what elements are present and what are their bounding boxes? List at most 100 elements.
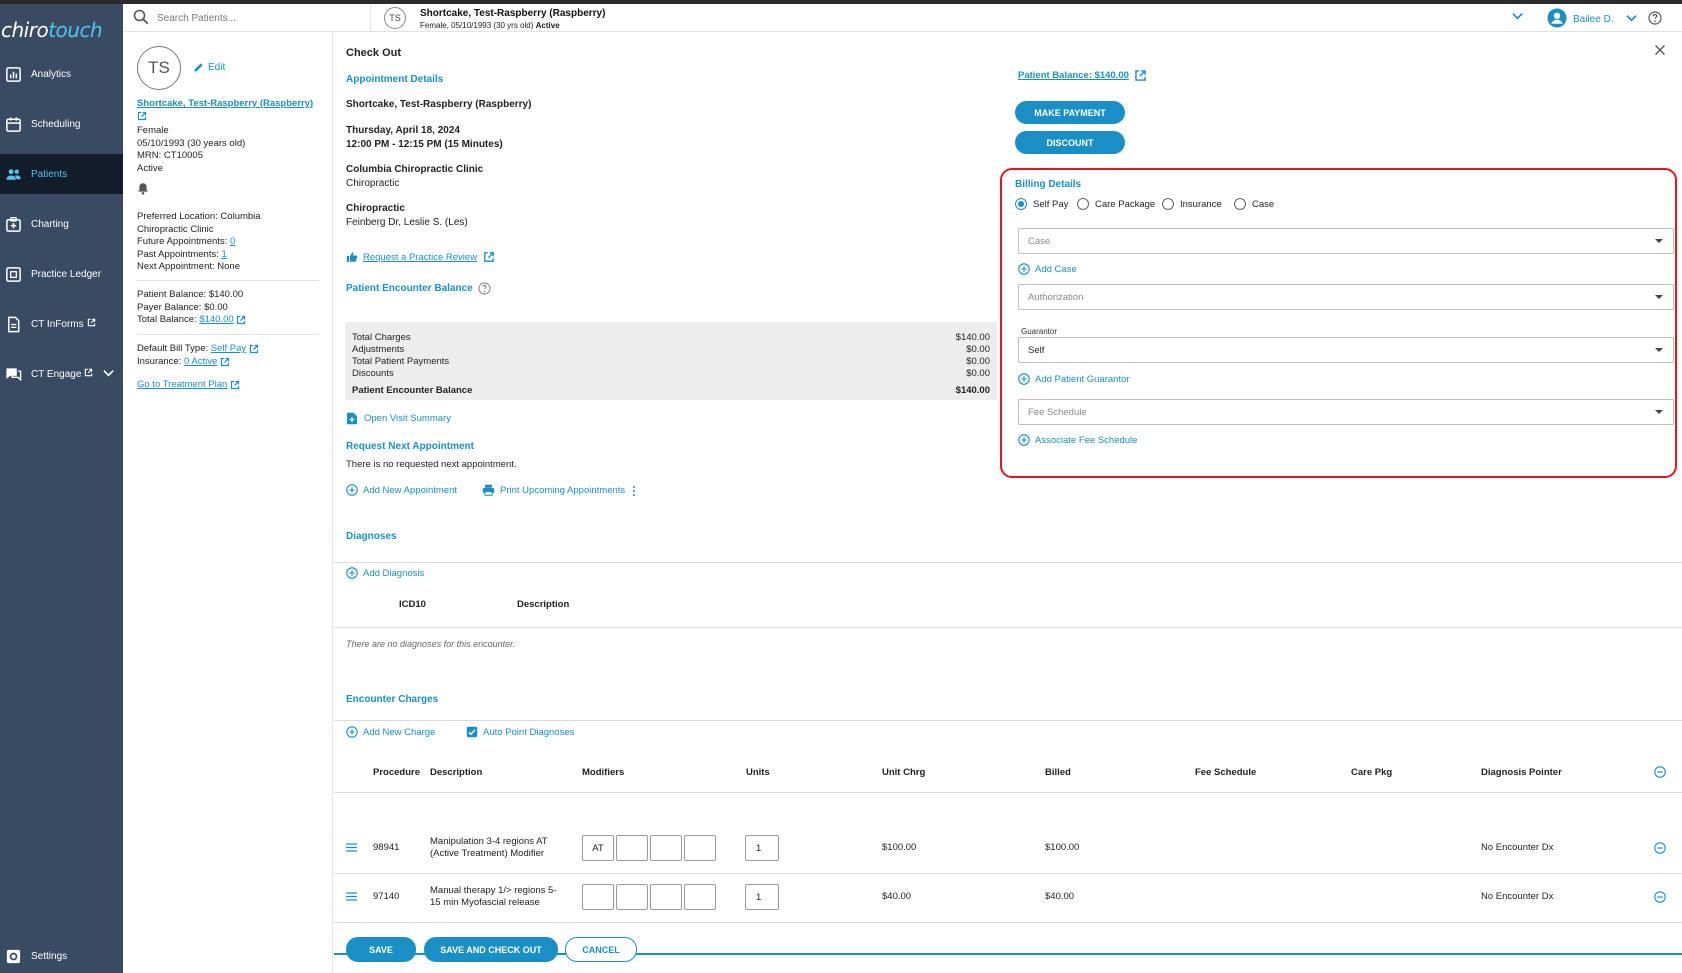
external-link-icon[interactable] bbox=[236, 315, 246, 325]
bell-icon[interactable] bbox=[137, 182, 149, 198]
make-payment-button[interactable]: MAKE PAYMENT bbox=[1015, 101, 1125, 124]
drag-handle-icon[interactable] bbox=[346, 843, 357, 855]
radio-care-package[interactable]: Care Package bbox=[1077, 198, 1155, 210]
sidebar-item-ct-informs[interactable]: CT InForms bbox=[0, 304, 123, 344]
add-case-button[interactable]: Add Case bbox=[1018, 263, 1077, 275]
sidebar-item-patients[interactable]: Patients bbox=[0, 154, 123, 194]
print-upcoming-appointments-button[interactable]: Print Upcoming Appointments bbox=[482, 484, 625, 496]
past-appointments-link[interactable]: 1 bbox=[222, 249, 227, 260]
more-options-icon[interactable] bbox=[632, 485, 636, 500]
treatment-plan-link[interactable]: Go to Treatment Plan bbox=[137, 379, 227, 392]
external-link-icon[interactable] bbox=[249, 344, 259, 354]
column-header-billed[interactable]: Billed bbox=[1045, 767, 1071, 778]
column-header-diagnosis-pointer[interactable]: Diagnosis Pointer bbox=[1481, 767, 1562, 778]
divider bbox=[334, 627, 1682, 628]
column-header-description[interactable]: Description bbox=[517, 599, 569, 610]
chirotouch-logo[interactable]: chirotouch bbox=[0, 18, 123, 48]
insurance-link[interactable]: 0 Active bbox=[184, 356, 217, 369]
external-link-icon[interactable] bbox=[137, 111, 147, 124]
close-icon[interactable] bbox=[1654, 44, 1666, 59]
radio-self-pay[interactable]: Self Pay bbox=[1015, 198, 1068, 210]
future-appointments-link[interactable]: 0 bbox=[230, 236, 235, 247]
modifier-input[interactable]: AT bbox=[582, 835, 614, 861]
request-next-title: Request Next Appointment bbox=[346, 441, 474, 452]
radio-button[interactable] bbox=[1162, 198, 1174, 210]
radio-button[interactable] bbox=[1077, 198, 1089, 210]
external-link-icon[interactable] bbox=[1134, 69, 1147, 82]
total-balance-link[interactable]: $140.00 bbox=[199, 314, 233, 327]
column-header-fee-schedule[interactable]: Fee Schedule bbox=[1195, 767, 1256, 778]
save-and-check-out-button[interactable]: SAVE AND CHECK OUT bbox=[424, 937, 558, 962]
column-header-care-pkg[interactable]: Care Pkg bbox=[1351, 767, 1392, 778]
past-appointments: Past Appointments: 1 bbox=[137, 248, 227, 260]
units-input[interactable]: 1 bbox=[745, 884, 779, 910]
open-visit-summary-button[interactable]: Open Visit Summary bbox=[346, 412, 451, 425]
request-review-link[interactable]: Request a Practice Review bbox=[363, 252, 477, 263]
radio-button[interactable] bbox=[1015, 198, 1027, 210]
help-icon[interactable] bbox=[1648, 11, 1662, 28]
sidebar-item-analytics[interactable]: Analytics bbox=[0, 54, 123, 94]
discount-button[interactable]: DISCOUNT bbox=[1015, 131, 1125, 154]
help-icon[interactable] bbox=[478, 282, 491, 295]
column-header-description[interactable]: Description bbox=[430, 767, 482, 778]
add-new-charge-button[interactable]: Add New Charge bbox=[346, 726, 435, 738]
column-header-units[interactable]: Units bbox=[746, 767, 770, 778]
units-input[interactable]: 1 bbox=[745, 835, 779, 861]
header-patient-avatar: TS bbox=[384, 7, 406, 29]
guarantor-select[interactable]: Self bbox=[1018, 337, 1674, 363]
modifier-input[interactable] bbox=[650, 884, 682, 910]
auto-point-diagnoses-button[interactable]: Auto Point Diagnoses bbox=[466, 726, 574, 738]
encounter-charges-title: Encounter Charges bbox=[346, 694, 439, 705]
modifier-input[interactable] bbox=[582, 884, 614, 910]
associate-fee-schedule-button[interactable]: Associate Fee Schedule bbox=[1018, 434, 1137, 446]
radio-insurance[interactable]: Insurance bbox=[1162, 198, 1222, 210]
remove-row-icon[interactable] bbox=[1654, 842, 1666, 857]
add-new-appointment-button[interactable]: Add New Appointment bbox=[346, 484, 457, 496]
checkbox-checked-icon bbox=[466, 726, 478, 738]
search-input[interactable] bbox=[157, 12, 357, 24]
plus-circle-icon bbox=[346, 484, 358, 496]
save-button[interactable]: SAVE bbox=[346, 937, 416, 962]
radio-case[interactable]: Case bbox=[1234, 198, 1274, 210]
sidebar-item-ct-engage[interactable]: CT Engage bbox=[0, 354, 123, 394]
external-link-icon[interactable] bbox=[483, 251, 495, 263]
collapse-all-icon[interactable] bbox=[1654, 766, 1666, 781]
sidebar-item-charting[interactable]: Charting bbox=[0, 204, 123, 244]
modifier-input[interactable] bbox=[650, 835, 682, 861]
user-menu[interactable]: Bailee D. bbox=[1547, 8, 1637, 31]
patient-name-link[interactable]: Shortcake, Test-Raspberry (Raspberry) bbox=[137, 98, 313, 111]
external-link-icon[interactable] bbox=[220, 357, 230, 367]
column-header-unit-chrg[interactable]: Unit Chrg bbox=[882, 767, 925, 778]
patient-balance-link[interactable]: Patient Balance: $140.00 bbox=[1018, 70, 1129, 81]
divider bbox=[137, 334, 319, 335]
modifier-input[interactable] bbox=[684, 884, 716, 910]
drag-handle-icon[interactable] bbox=[346, 892, 357, 904]
add-diagnosis-button[interactable]: Add Diagnosis bbox=[346, 567, 424, 579]
column-header-modifiers[interactable]: Modifiers bbox=[582, 767, 624, 778]
remove-row-icon[interactable] bbox=[1654, 891, 1666, 906]
chevron-down-icon[interactable] bbox=[103, 369, 115, 380]
plus-circle-icon bbox=[346, 567, 358, 579]
modifier-input[interactable] bbox=[616, 835, 648, 861]
payer-balance: Payer Balance: $0.00 bbox=[137, 301, 228, 313]
search-icon[interactable] bbox=[133, 9, 149, 28]
case-select[interactable]: Case bbox=[1018, 228, 1674, 254]
external-link-icon[interactable] bbox=[230, 380, 240, 390]
add-patient-guarantor-button[interactable]: Add Patient Guarantor bbox=[1018, 373, 1130, 385]
sidebar-item-practice-ledger[interactable]: Practice Ledger bbox=[0, 254, 123, 294]
patient-dob: 05/10/1993 (30 years old) bbox=[137, 137, 246, 149]
edit-patient-button[interactable]: Edit bbox=[193, 62, 225, 73]
fee-schedule-select[interactable]: Fee Schedule bbox=[1018, 399, 1674, 425]
no-diagnoses-text: There are no diagnoses for this encounte… bbox=[346, 639, 516, 649]
patient-switch-chevron-icon[interactable] bbox=[1512, 12, 1523, 23]
default-bill-type-link[interactable]: Self Pay bbox=[211, 343, 246, 356]
radio-button[interactable] bbox=[1234, 198, 1246, 210]
column-header-icd10[interactable]: ICD10 bbox=[399, 599, 426, 610]
modifier-input[interactable] bbox=[616, 884, 648, 910]
column-header-procedure[interactable]: Procedure bbox=[373, 767, 420, 778]
modifier-input[interactable] bbox=[684, 835, 716, 861]
authorization-select[interactable]: Authorization bbox=[1018, 284, 1674, 310]
sidebar-item-settings[interactable]: Settings bbox=[0, 941, 123, 971]
cancel-button[interactable]: CANCEL bbox=[565, 937, 637, 962]
sidebar-item-scheduling[interactable]: Scheduling bbox=[0, 104, 123, 144]
